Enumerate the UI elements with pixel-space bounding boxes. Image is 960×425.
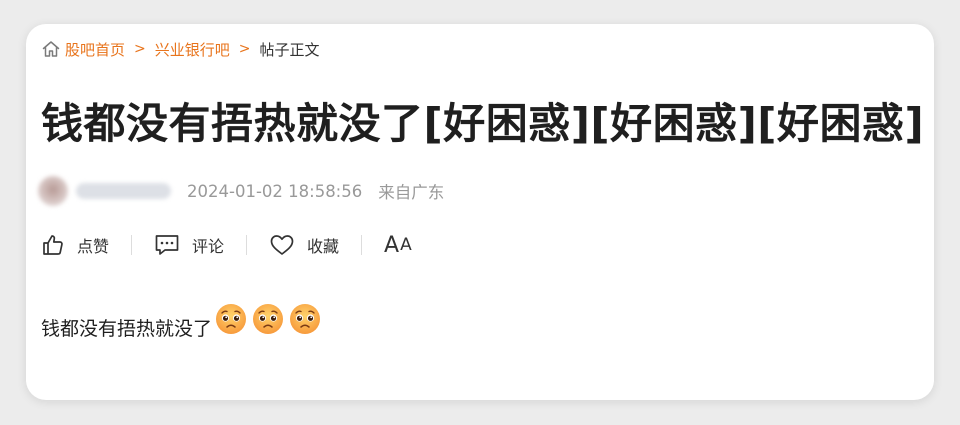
font-size-button[interactable]: AA	[384, 233, 413, 258]
avatar[interactable]	[38, 176, 68, 206]
breadcrumb-home[interactable]: 股吧首页	[65, 39, 125, 60]
breadcrumb-bar[interactable]: 兴业银行吧	[155, 39, 230, 60]
post-card: 股吧首页 > 兴业银行吧 > 帖子正文 钱都没有捂热就没了[好困惑][好困惑][…	[26, 24, 934, 400]
comment-icon	[155, 235, 179, 255]
favorite-label: 收藏	[307, 237, 340, 256]
divider	[361, 235, 363, 255]
breadcrumb: 股吧首页 > 兴业银行吧 > 帖子正文	[41, 38, 320, 60]
pleading-face-icon	[216, 304, 247, 334]
username-redacted[interactable]	[76, 183, 171, 199]
thumbs-up-icon	[43, 235, 63, 255]
like-button[interactable]: 点赞	[41, 233, 109, 257]
like-label: 点赞	[77, 237, 110, 256]
post-body: 钱都没有捂热就没了	[41, 304, 326, 341]
divider	[131, 235, 133, 255]
breadcrumb-separator: >	[238, 41, 251, 57]
comment-label: 评论	[192, 237, 225, 256]
pleading-face-icon	[290, 304, 321, 334]
comment-button[interactable]: 评论	[154, 233, 224, 257]
post-date: 2024-01-02 18:58:56	[187, 181, 363, 201]
action-bar: 点赞 评论 收藏 AA	[41, 230, 413, 260]
font-size-large-label: A	[384, 232, 401, 258]
breadcrumb-current: 帖子正文	[259, 40, 320, 59]
pleading-face-icon	[253, 304, 284, 334]
post-location: 来自广东	[378, 183, 445, 202]
favorite-button[interactable]: 收藏	[269, 233, 339, 257]
post-body-text: 钱都没有捂热就没了	[41, 318, 213, 340]
font-size-small-label: A	[400, 235, 413, 255]
post-title: 钱都没有捂热就没了[好困惑][好困惑][好困惑]	[41, 99, 925, 148]
emoji-row	[215, 304, 326, 341]
heart-icon	[270, 235, 294, 255]
breadcrumb-separator: >	[134, 41, 146, 57]
divider	[246, 235, 248, 255]
home-icon[interactable]	[41, 39, 61, 59]
post-meta: 2024-01-02 18:58:56 来自广东	[38, 176, 444, 206]
